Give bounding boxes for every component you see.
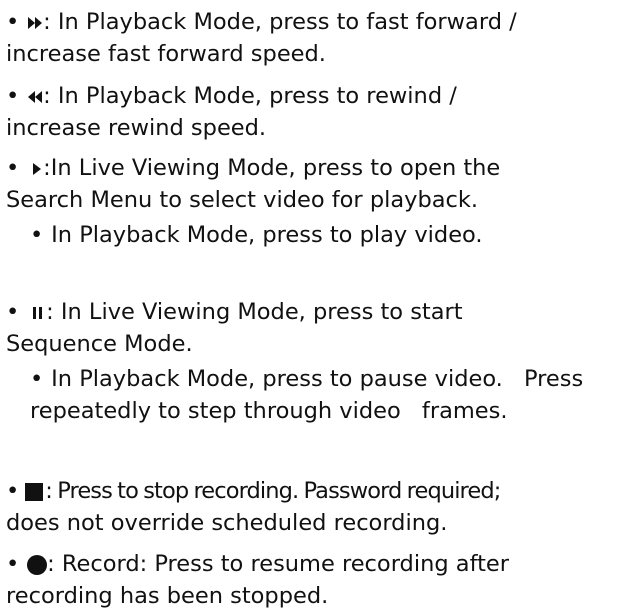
sub-item-text-line: In Playback Mode, press to play video.	[51, 222, 483, 248]
bullet-dot: •	[30, 222, 44, 248]
fast-forward-icon	[27, 16, 43, 30]
bullet-item-stop: • : Press to stop recording. Password re…	[6, 475, 612, 539]
record-icon	[27, 554, 48, 575]
sub-item-play: • In Playback Mode, press to play video.	[30, 219, 612, 251]
item-text-line: Search Menu to select video for playback…	[6, 187, 479, 213]
bullet-dot: •	[6, 551, 20, 577]
item-text-line: :In Live Viewing Mode, press to open the	[43, 155, 501, 181]
manual-page: { "bullet_char": "•", "items": [ { "icon…	[0, 0, 620, 613]
bullet-item-record: • : Record: Press to resume recording af…	[6, 548, 612, 612]
bullet-dot: •	[6, 155, 20, 181]
sub-item-text-line: frames.	[421, 398, 508, 424]
item-text-line: Sequence Mode.	[6, 331, 193, 357]
item-text-line: recording has been stopped.	[6, 583, 329, 609]
item-text-line: increase rewind speed.	[6, 115, 267, 141]
rewind-icon	[27, 90, 43, 104]
item-text-line: increase fast forward speed.	[6, 41, 326, 67]
bullet-item-rewind: • : In Playback Mode, press to rewind / …	[6, 80, 612, 144]
item-text-line: does not override scheduled recording.	[6, 510, 448, 536]
bullet-dot: •	[30, 366, 44, 392]
bullet-dot: •	[6, 83, 20, 109]
bullet-dot: •	[6, 299, 20, 325]
pause-icon	[33, 306, 43, 320]
play-icon	[33, 162, 42, 176]
bullet-dot: •	[6, 478, 19, 504]
stop-icon	[25, 482, 44, 501]
sub-item-pause: • In Playback Mode, press to pause video…	[30, 363, 612, 427]
item-text-line: : Press to stop recording. Password requ…	[45, 478, 501, 504]
sub-item-text-line: In Playback Mode, press to pause video.	[51, 366, 503, 392]
bullet-item-pause: • : In Live Viewing Mode, press to start…	[6, 296, 612, 360]
item-text-line: : In Playback Mode, press to fast forwar…	[43, 9, 517, 35]
item-text-line: : In Live Viewing Mode, press to start	[46, 299, 463, 325]
item-text-line: : Record: Press to resume recording afte…	[47, 551, 510, 577]
bullet-item-play: • :In Live Viewing Mode, press to open t…	[6, 152, 612, 216]
bullet-dot: •	[6, 9, 20, 35]
bullet-item-fast-forward: • : In Playback Mode, press to fast forw…	[6, 6, 612, 70]
item-text-line: : In Playback Mode, press to rewind /	[43, 83, 457, 109]
